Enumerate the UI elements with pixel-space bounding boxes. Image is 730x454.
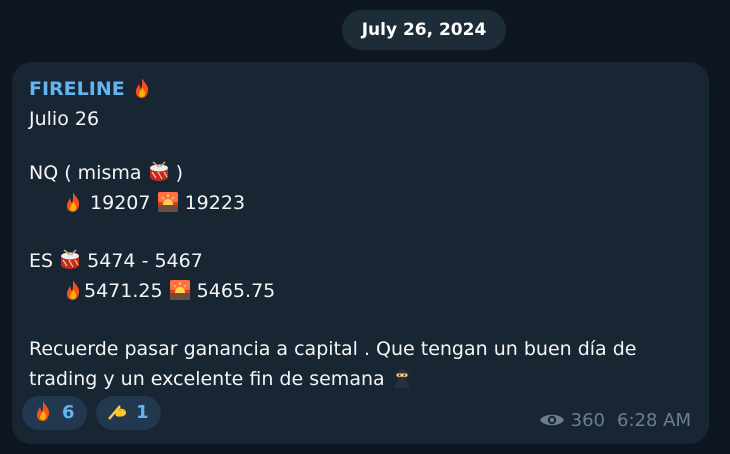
message-time: 6:28 AM bbox=[617, 410, 691, 431]
sunrise-icon bbox=[157, 191, 179, 213]
drum-icon bbox=[59, 249, 81, 271]
nq-fire-value: 19207 bbox=[90, 192, 151, 214]
writing-hand-icon bbox=[106, 400, 128, 422]
es-values-line: 5471.25 5465.75 bbox=[62, 276, 275, 306]
eye-icon bbox=[539, 410, 565, 430]
view-count: 360 bbox=[570, 410, 605, 431]
nq-label: NQ ( misma bbox=[29, 162, 142, 184]
fire-icon bbox=[62, 191, 84, 213]
nq-values-line: 19207 19223 bbox=[62, 188, 245, 218]
drum-icon bbox=[148, 161, 170, 183]
message-meta: 360 6:28 AM bbox=[539, 409, 691, 433]
fire-icon bbox=[32, 400, 54, 422]
sender-line: FIRELINE bbox=[29, 74, 153, 104]
reaction-count: 6 bbox=[62, 402, 75, 423]
chat-view: July 26, 2024 FIRELINE Julio 26 NQ ( mis… bbox=[0, 0, 730, 454]
date-separator: July 26, 2024 bbox=[342, 10, 506, 50]
date-line: Julio 26 bbox=[29, 108, 100, 130]
es-header-line: ES 5474 - 5467 bbox=[29, 246, 203, 276]
es-fire-value: 5471.25 bbox=[84, 280, 163, 302]
closing-text-2: trading y un excelente fin de semana bbox=[29, 368, 385, 390]
nq-header-line: NQ ( misma ) bbox=[29, 158, 183, 188]
sunrise-icon bbox=[169, 279, 191, 301]
closing-line-1: Recuerde pasar ganancia a capital . Que … bbox=[29, 338, 637, 360]
es-sunrise-value: 5465.75 bbox=[196, 280, 276, 302]
fire-icon bbox=[62, 279, 84, 301]
nq-close-paren: ) bbox=[175, 162, 184, 184]
reaction-writing-hand[interactable]: 1 bbox=[96, 396, 161, 430]
reaction-count: 1 bbox=[136, 402, 149, 423]
ninja-icon bbox=[391, 367, 413, 389]
nq-sunrise-value: 19223 bbox=[184, 192, 246, 214]
es-label: ES bbox=[29, 250, 54, 272]
reaction-fire[interactable]: 6 bbox=[22, 396, 87, 430]
es-range: 5474 - 5467 bbox=[87, 250, 203, 272]
fire-icon bbox=[131, 77, 153, 99]
closing-line-2: trading y un excelente fin de semana bbox=[29, 364, 413, 394]
sender-name[interactable]: FIRELINE bbox=[29, 78, 125, 100]
message-bubble[interactable]: FIRELINE Julio 26 NQ ( misma ) 19207 192… bbox=[12, 62, 709, 444]
